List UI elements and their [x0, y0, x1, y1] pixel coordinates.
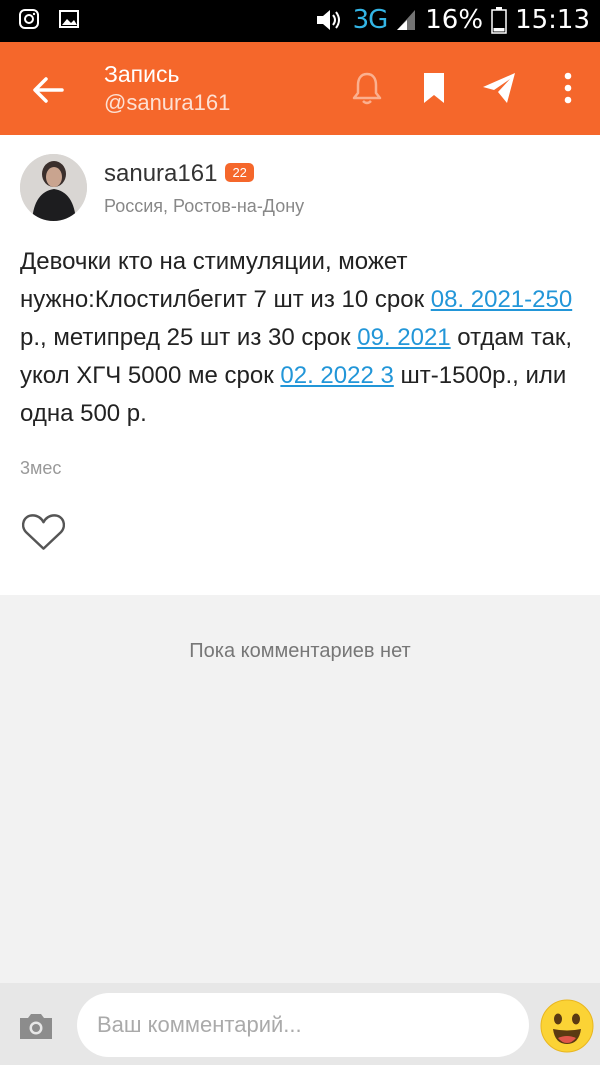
text-link[interactable]: 09. 2021	[357, 324, 450, 351]
text-link[interactable]: 08. 2021-250	[431, 286, 572, 313]
comment-composer	[0, 983, 600, 1065]
title-block: Запись @sanura161	[104, 60, 230, 118]
text-fragment: Девочки кто на стимуляции, может нужно:К…	[20, 248, 431, 313]
more-icon[interactable]	[550, 70, 586, 106]
signal-icon	[397, 10, 416, 30]
camera-icon[interactable]	[18, 1011, 54, 1041]
author-location: Россия, Ростов-на-Дону	[104, 196, 305, 216]
text-fragment: р., метипред 25 шт из 30 срок	[20, 324, 358, 351]
page-title: Запись	[104, 61, 180, 87]
avatar[interactable]	[20, 154, 87, 221]
bell-icon[interactable]	[349, 70, 385, 106]
back-arrow-icon[interactable]	[28, 70, 68, 110]
text-link[interactable]: 02. 2022 3	[280, 362, 393, 389]
share-icon[interactable]	[481, 70, 517, 106]
app-bar: Запись @sanura161	[0, 42, 600, 135]
image-icon	[59, 10, 79, 28]
battery-percent: 16%	[425, 5, 484, 35]
instagram-icon	[19, 9, 39, 29]
heart-icon[interactable]	[21, 512, 66, 552]
author-name[interactable]: sanura161	[104, 160, 217, 187]
comments-section: Пока комментариев нет	[0, 595, 600, 983]
network-type: 3G	[352, 5, 389, 35]
level-badge: 22	[225, 163, 254, 182]
battery-icon	[491, 7, 507, 34]
author-row: sanura161 22	[104, 160, 254, 188]
emoji-icon[interactable]	[540, 999, 594, 1053]
no-comments-text: Пока комментариев нет	[189, 640, 411, 662]
comment-input[interactable]	[77, 993, 529, 1057]
post-time: 3мес	[20, 458, 62, 478]
status-bar: 3G 16% 15:13	[0, 0, 600, 42]
bookmark-icon[interactable]	[416, 70, 452, 106]
post-card: sanura161 22 Россия, Ростов-на-Дону Девоч…	[0, 135, 600, 595]
post-text: Девочки кто на стимуляции, может нужно:К…	[20, 243, 585, 433]
page-subtitle: @sanura161	[104, 90, 231, 115]
volume-icon	[316, 10, 340, 30]
clock: 15:13	[515, 5, 590, 35]
